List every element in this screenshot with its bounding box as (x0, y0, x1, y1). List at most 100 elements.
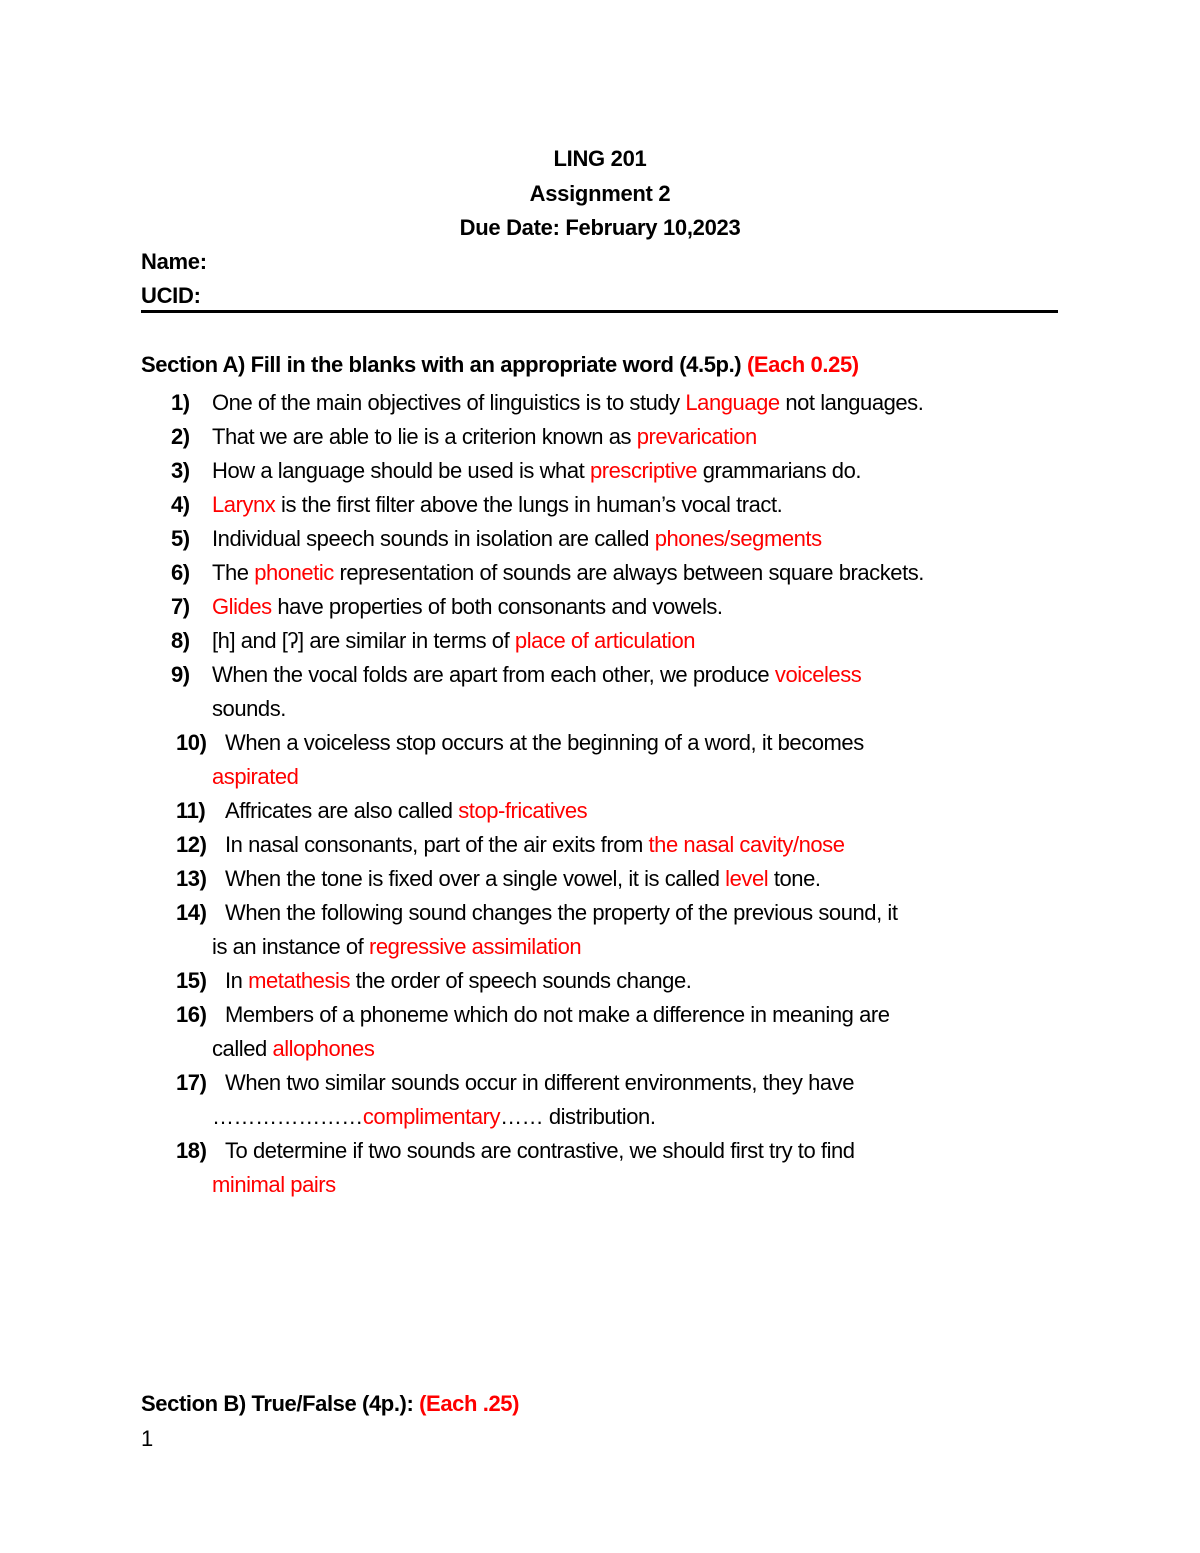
question-text-after: representation of sounds are always betw… (333, 560, 924, 585)
section-b-points: (Each .25) (419, 1391, 520, 1416)
question-text-before: ………………… (212, 1104, 363, 1129)
question-text: [h] and [ʔ] are similar in terms of plac… (212, 628, 695, 653)
question-text: Individual speech sounds in isolation ar… (212, 526, 822, 551)
answer: voiceless (774, 662, 862, 687)
header-divider (141, 310, 1058, 313)
question-text-before: How a language should be used is what (212, 458, 590, 483)
question-number: 9) (171, 662, 190, 687)
question-text: That we are able to lie is a criterion k… (212, 424, 757, 449)
question-text: When the tone is fixed over a single vow… (225, 866, 821, 891)
ucid-label: UCID: (141, 283, 201, 308)
question-continuation: sounds. (212, 692, 1071, 726)
question-number: 10) (176, 730, 207, 755)
question-text-before: The (212, 560, 255, 585)
question-number: 3) (171, 458, 190, 483)
question-number: 8) (171, 628, 190, 653)
question-number: 14) (176, 900, 207, 925)
answer: phones/segments (654, 526, 822, 551)
question-number: 6) (171, 560, 190, 585)
question-number: 11) (176, 798, 206, 823)
question-item: 7) Glides have properties of both consona… (141, 590, 1071, 624)
answer: prevarication (636, 424, 758, 449)
due-date: Due Date: February 10,2023 (459, 215, 741, 240)
section-a-points: (Each 0.25) (746, 352, 859, 377)
question-text-before: When the vocal folds are apart from each… (212, 662, 775, 687)
question-text-before: In (225, 968, 249, 993)
question-number: 16) (176, 1002, 207, 1027)
question-text-before: One of the main objectives of linguistic… (212, 390, 686, 415)
answer: the nasal cavity/nose (648, 832, 845, 857)
answer: Glides (212, 594, 272, 619)
question-number: 17) (176, 1070, 207, 1095)
document-page: LING 201 Assignment 2 Due Date: February… (0, 0, 1200, 1553)
question-number: 5) (171, 526, 190, 551)
answer: phonetic (254, 560, 334, 585)
question-number: 1) (171, 390, 190, 415)
question-text-before: is an instance of (212, 934, 369, 959)
question-item: 15) In metathesis the order of speech sou… (141, 964, 1071, 998)
question-list: 1) One of the main objectives of linguist… (141, 386, 1071, 1202)
answer: stop-fricatives (458, 798, 588, 823)
answer: Larynx (212, 492, 276, 517)
question-text-before: When two similar sounds occur in differe… (225, 1070, 854, 1095)
question-text: When the vocal folds are apart from each… (212, 662, 862, 687)
question-number: 18) (176, 1138, 207, 1163)
page-number: 1 (141, 1426, 154, 1451)
question-text: In metathesis the order of speech sounds… (225, 968, 692, 993)
question-item: 1) One of the main objectives of linguist… (141, 386, 1071, 420)
question-item: 10) When a voiceless stop occurs at the b… (141, 726, 1071, 794)
question-text-after: not languages. (779, 390, 924, 415)
answer: allophones (272, 1036, 375, 1061)
question-continuation: is an instance of regressive assimilatio… (212, 930, 1071, 964)
question-text: Members of a phoneme which do not make a… (225, 1002, 890, 1027)
question-text-before: In nasal consonants, part of the air exi… (225, 832, 649, 857)
question-text: Larynx is the first filter above the lun… (212, 492, 783, 517)
question-continuation: minimal pairs (212, 1168, 1071, 1202)
answer: complimentary (362, 1104, 501, 1129)
question-number: 12) (176, 832, 207, 857)
question-number: 13) (176, 866, 207, 891)
question-text-after: is the first filter above the lungs in h… (275, 492, 783, 517)
question-item: 13) When the tone is fixed over a single … (141, 862, 1071, 896)
question-text-before: Individual speech sounds in isolation ar… (212, 526, 655, 551)
question-item: 18) To determine if two sounds are contra… (141, 1134, 1071, 1202)
question-continuation: called allophones (212, 1032, 1071, 1066)
answer: aspirated (212, 764, 299, 789)
question-continuation: aspirated (212, 760, 1071, 794)
question-item: 6) The phonetic representation of sounds … (141, 556, 1071, 590)
question-text-before: When the tone is fixed over a single vow… (225, 866, 726, 891)
question-text: The phonetic representation of sounds ar… (212, 560, 924, 585)
question-text: One of the main objectives of linguistic… (212, 390, 924, 415)
answer: place of articulation (514, 628, 696, 653)
question-number: 15) (176, 968, 207, 993)
question-number: 2) (171, 424, 190, 449)
question-text-after: tone. (768, 866, 821, 891)
question-item: 11) Affricates are also called stop-frica… (141, 794, 1071, 828)
question-text: How a language should be used is what pr… (212, 458, 861, 483)
question-text: When the following sound changes the pro… (225, 900, 898, 925)
question-text: In nasal consonants, part of the air exi… (225, 832, 845, 857)
question-continuation: …………………complimentary…… distribution. (212, 1100, 1071, 1134)
question-text-after: have properties of both consonants and v… (271, 594, 723, 619)
section-b-heading: Section B) True/False (4p.): (Each .25) (141, 1391, 519, 1417)
question-item: 14) When the following sound changes the … (141, 896, 1071, 964)
question-text-before: Members of a phoneme which do not make a… (225, 1002, 890, 1027)
question-item: 2) That we are able to lie is a criterion… (141, 420, 1071, 454)
question-text-before: [h] and [ʔ] are similar in terms of (212, 628, 515, 653)
question-text-before: When a voiceless stop occurs at the begi… (225, 730, 864, 755)
answer: minimal pairs (212, 1172, 336, 1197)
question-item: 17) When two similar sounds occur in diff… (141, 1066, 1071, 1134)
section-b-title: Section B) True/False (4p.): (141, 1391, 420, 1416)
question-text-before: sounds. (212, 696, 286, 721)
question-text: Glides have properties of both consonant… (212, 594, 723, 619)
answer: metathesis (248, 968, 351, 993)
question-text: Affricates are also called stop-fricativ… (225, 798, 588, 823)
question-text: To determine if two sounds are contrasti… (225, 1138, 855, 1163)
question-number: 7) (171, 594, 190, 619)
section-a-title: Section A) Fill in the blanks with an ap… (141, 352, 747, 377)
question-item: 8) [h] and [ʔ] are similar in terms of pl… (141, 624, 1071, 658)
question-item: 16) Members of a phoneme which do not mak… (141, 998, 1071, 1066)
question-text-after: the order of speech sounds change. (350, 968, 692, 993)
name-label: Name: (141, 249, 207, 274)
answer: Language (685, 390, 780, 415)
